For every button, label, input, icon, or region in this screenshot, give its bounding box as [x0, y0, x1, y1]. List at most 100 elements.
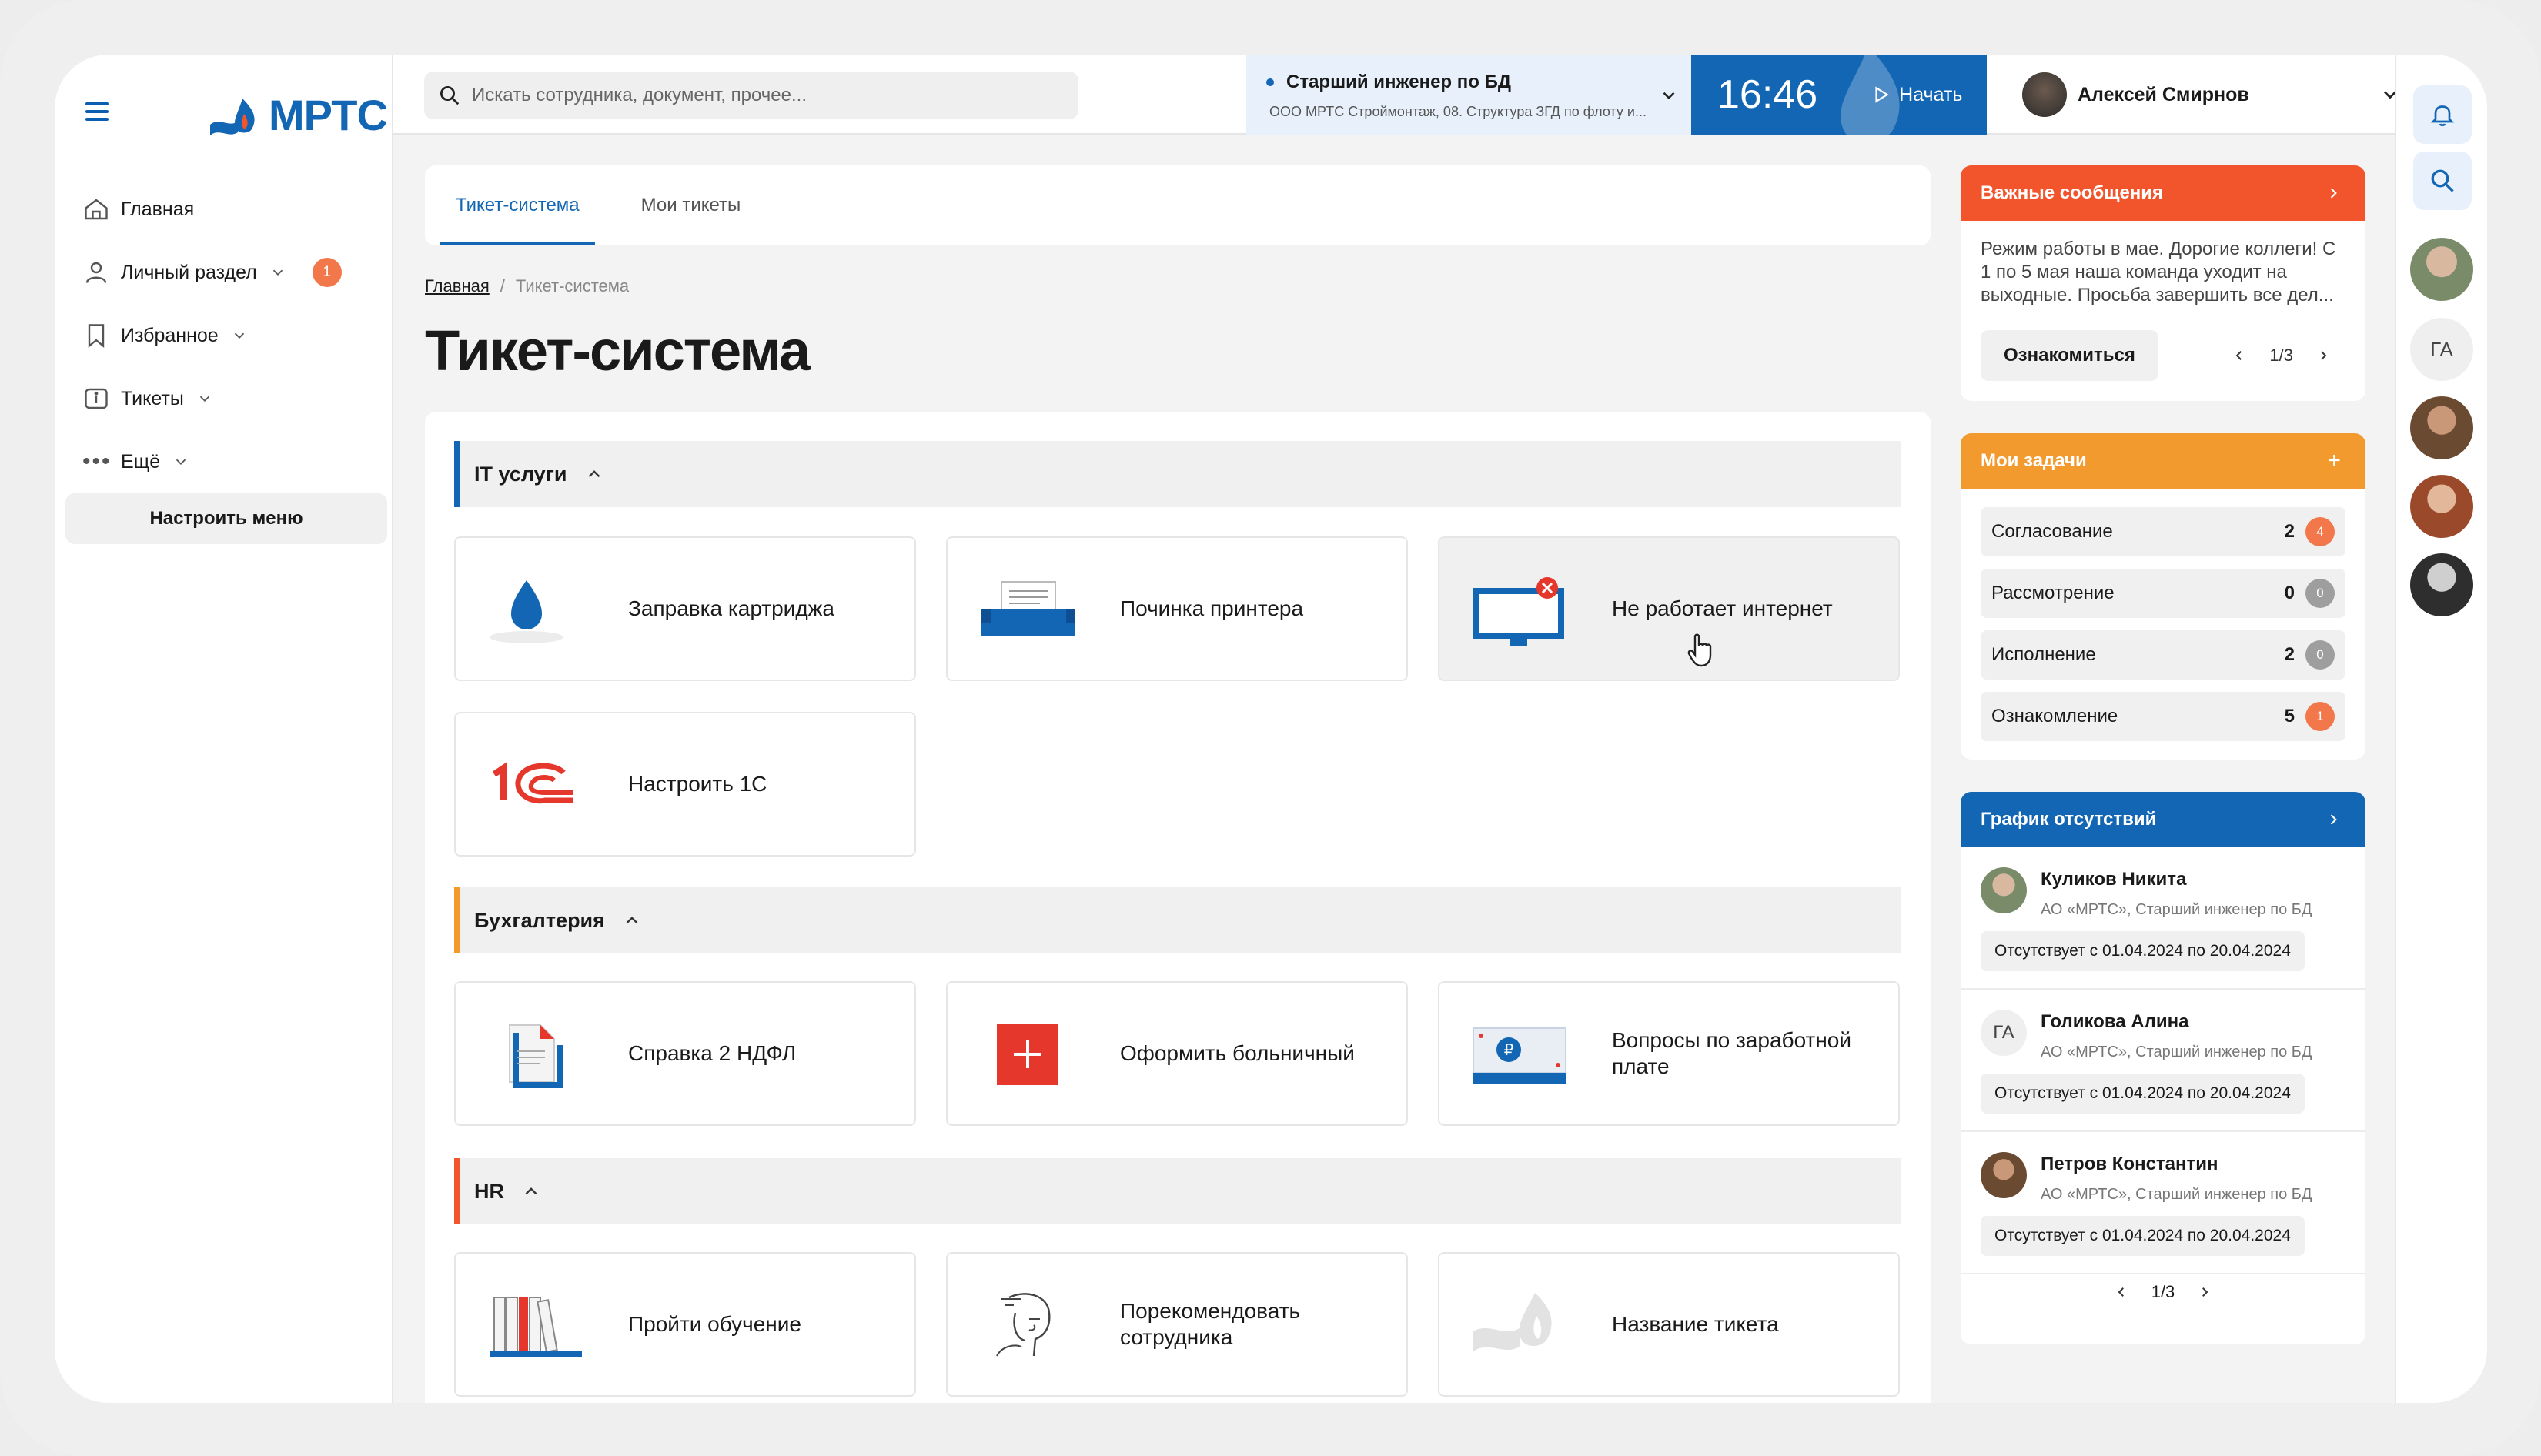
chevron-up-icon[interactable] — [622, 910, 642, 930]
user-icon — [85, 262, 107, 283]
position-title-row: Старший инженер по БД — [1266, 72, 1691, 93]
widget-title: График отсутствий — [1981, 809, 2157, 830]
section-header-accounting[interactable]: Бухгалтерия — [454, 887, 1901, 953]
add-task-button[interactable]: + — [2327, 448, 2341, 474]
ticket-card[interactable]: Справка 2 НДФЛ — [454, 981, 916, 1126]
task-row[interactable]: Согласование 2 4 — [1981, 507, 2345, 556]
ticket-card[interactable]: Заправка картриджа — [454, 536, 916, 681]
widget-header[interactable]: График отсутствий — [1961, 792, 2365, 847]
chevron-down-icon[interactable] — [196, 390, 213, 407]
task-row[interactable]: Рассмотрение 0 0 — [1981, 569, 2345, 618]
absence-item[interactable]: Петров Константин АО «МРТС», Старший инж… — [1961, 1132, 2365, 1274]
section-header-hr[interactable]: HR — [454, 1158, 1901, 1224]
ticket-card[interactable]: Название тикета — [1438, 1252, 1900, 1397]
ticket-card[interactable]: Пройти обучение — [454, 1252, 916, 1397]
ticket-card[interactable]: Настроить 1С — [454, 712, 916, 857]
ink-drop-icon — [490, 580, 563, 643]
search-icon — [440, 86, 460, 105]
section-header-it[interactable]: IT услуги — [454, 441, 1901, 507]
task-label: Ознакомление — [1991, 706, 2118, 726]
logo[interactable]: МРТС — [209, 90, 388, 140]
search-box[interactable] — [424, 72, 1078, 119]
avatar-initials[interactable]: ГА — [2410, 318, 2473, 381]
absence-item[interactable]: Куликов Никита АО «МРТС», Старший инжене… — [1961, 847, 2365, 990]
chevron-right-icon[interactable] — [2325, 185, 2341, 201]
task-count: 2 — [2284, 521, 2295, 542]
absence-name: Петров Константин — [2041, 1154, 2218, 1174]
avatar — [1981, 867, 2027, 913]
ticket-card[interactable]: Не работает интернет — [1438, 536, 1900, 681]
logo-text: МРТС — [269, 91, 388, 139]
avatar[interactable] — [2410, 396, 2473, 459]
chevron-down-icon[interactable] — [1659, 85, 1679, 105]
section-color-bar — [454, 441, 460, 507]
chevron-down-icon[interactable] — [231, 327, 248, 344]
sidebar-item-more[interactable]: ••• Ещё — [78, 430, 393, 493]
absence-item[interactable]: ГА Голикова Алина АО «МРТС», Старший инж… — [1961, 990, 2365, 1132]
chevron-up-icon[interactable] — [521, 1181, 541, 1201]
play-icon — [1875, 86, 1889, 103]
sidebar-item-personal[interactable]: Личный раздел 1 — [78, 241, 393, 304]
position-selector[interactable]: Старший инженер по БД ООО МРТС Строймонт… — [1246, 55, 1691, 135]
home-icon — [85, 199, 108, 220]
rail-search-button[interactable] — [2413, 152, 2472, 210]
absence-org: АО «МРТС», Старший инженер по БД — [2041, 901, 2312, 918]
ticket-card-label: Заправка картриджа — [628, 596, 834, 620]
clock-time: 16:46 — [1717, 72, 1818, 117]
sidebar-item-favorites[interactable]: Избранное — [78, 304, 393, 367]
user-menu[interactable]: Алексей Смирнов — [1987, 55, 2449, 135]
section-title: IT услуги — [474, 462, 567, 486]
setup-menu-button[interactable]: Настроить меню — [65, 493, 387, 544]
task-row[interactable]: Исполнение 2 0 — [1981, 630, 2345, 680]
absence-name: Голикова Алина — [2041, 1011, 2189, 1032]
ticket-card-label: Вопросы по заработной плате — [1612, 1028, 1852, 1078]
bell-icon — [2430, 105, 2455, 127]
avatar — [2022, 72, 2067, 117]
avatar[interactable] — [2410, 553, 2473, 616]
1c-logo-icon — [492, 762, 573, 804]
position-title: Старший инженер по БД — [1286, 72, 1511, 92]
ticket-card[interactable]: Порекомендовать сотрудника — [946, 1252, 1408, 1397]
chevron-right-icon[interactable] — [2325, 812, 2341, 827]
absence-info: Петров Константин АО «МРТС», Старший инж… — [2041, 1152, 2312, 1204]
search-input[interactable] — [472, 85, 1057, 106]
breadcrumb-home-link[interactable]: Главная — [425, 276, 490, 296]
tab-ticket-system[interactable]: Тикет-система — [440, 165, 595, 245]
ticket-card-label: Название тикета — [1612, 1312, 1779, 1336]
ticket-catalog: IT услуги Заправка картриджа Починка при… — [425, 412, 1931, 1403]
chevron-down-icon[interactable] — [172, 453, 189, 470]
tab-bar: Тикет-система Мои тикеты — [425, 165, 1931, 245]
menu-icon[interactable] — [85, 102, 109, 121]
chevron-left-icon[interactable] — [2232, 349, 2246, 362]
absence-pager: 1/3 — [1961, 1274, 2365, 1325]
ticket-card[interactable]: Оформить больничный — [946, 981, 1408, 1126]
sidebar-item-label: Личный раздел — [121, 261, 257, 283]
notifications-button[interactable] — [2413, 85, 2472, 144]
task-count: 2 — [2284, 644, 2295, 665]
absence-org: АО «МРТС», Старший инженер по БД — [2041, 1044, 2312, 1060]
avatar[interactable] — [2410, 475, 2473, 538]
message-pager: 1/3 — [2232, 346, 2330, 366]
ticket-card[interactable]: ₽ Вопросы по заработной плате — [1438, 981, 1900, 1126]
sidebar-item-home[interactable]: Главная — [78, 178, 393, 241]
chevron-down-icon[interactable] — [269, 264, 286, 281]
position-subtitle: ООО МРТС Строймонтаж, 08. Структура ЗГД … — [1269, 104, 1647, 119]
tab-my-tickets[interactable]: Мои тикеты — [641, 165, 741, 245]
sidebar-item-tickets[interactable]: Тикеты — [78, 367, 393, 430]
chevron-right-icon[interactable] — [2198, 1285, 2212, 1299]
svg-text:₽: ₽ — [1504, 1040, 1514, 1059]
ticket-card[interactable]: Починка принтера — [946, 536, 1408, 681]
left-sidebar: МРТС Главная Личный раздел 1 Избранное Т… — [55, 55, 393, 1403]
absence-org: АО «МРТС», Старший инженер по БД — [2041, 1186, 2312, 1203]
chevron-up-icon[interactable] — [584, 464, 604, 484]
acknowledge-button[interactable]: Ознакомиться — [1981, 330, 2158, 381]
task-row[interactable]: Ознакомление 5 1 — [1981, 692, 2345, 741]
avatar[interactable] — [2410, 238, 2473, 301]
chevron-left-icon[interactable] — [2115, 1285, 2128, 1299]
pager-text: 1/3 — [2269, 346, 2293, 365]
ticket-card-label: Не работает интернет — [1612, 596, 1833, 620]
widget-header[interactable]: Важные сообщения — [1961, 165, 2365, 221]
widget-header[interactable]: Мои задачи + — [1961, 433, 2365, 489]
start-button[interactable]: Начать — [1871, 84, 1962, 106]
chevron-right-icon[interactable] — [2316, 349, 2330, 362]
